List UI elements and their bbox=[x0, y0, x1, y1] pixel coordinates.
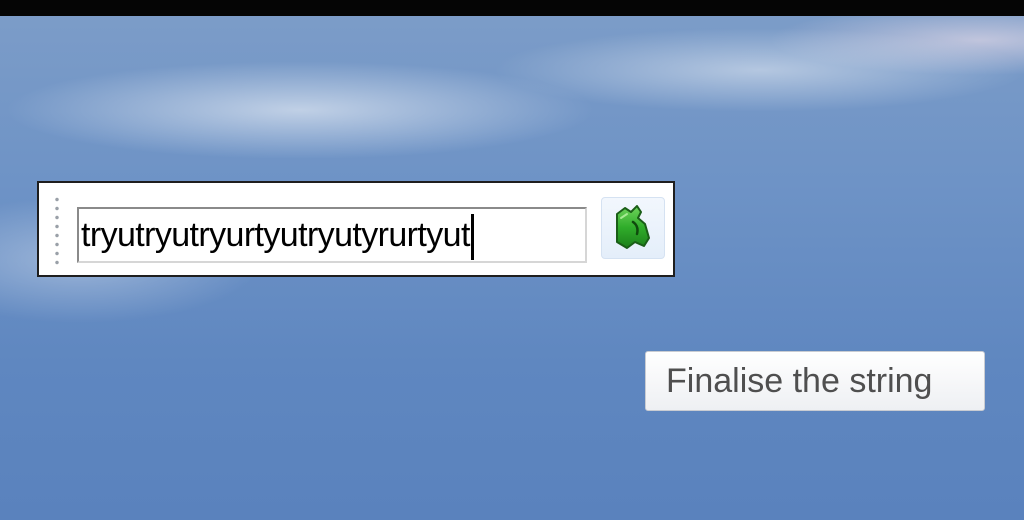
text-caret bbox=[470, 214, 474, 261]
string-input-value: tryutryutryurtyutryutyrurtyut bbox=[81, 216, 470, 254]
string-input[interactable]: tryutryutryurtyutryutyrurtyut bbox=[77, 207, 587, 263]
string-toolbar: tryutryutryurtyutryutyrurtyut bbox=[37, 181, 675, 277]
top-bar bbox=[0, 0, 1024, 16]
finalise-button[interactable] bbox=[601, 197, 665, 259]
green-glove-icon bbox=[616, 205, 650, 249]
tooltip: Finalise the string bbox=[645, 351, 985, 411]
toolbar-grip-handle[interactable] bbox=[53, 195, 61, 265]
